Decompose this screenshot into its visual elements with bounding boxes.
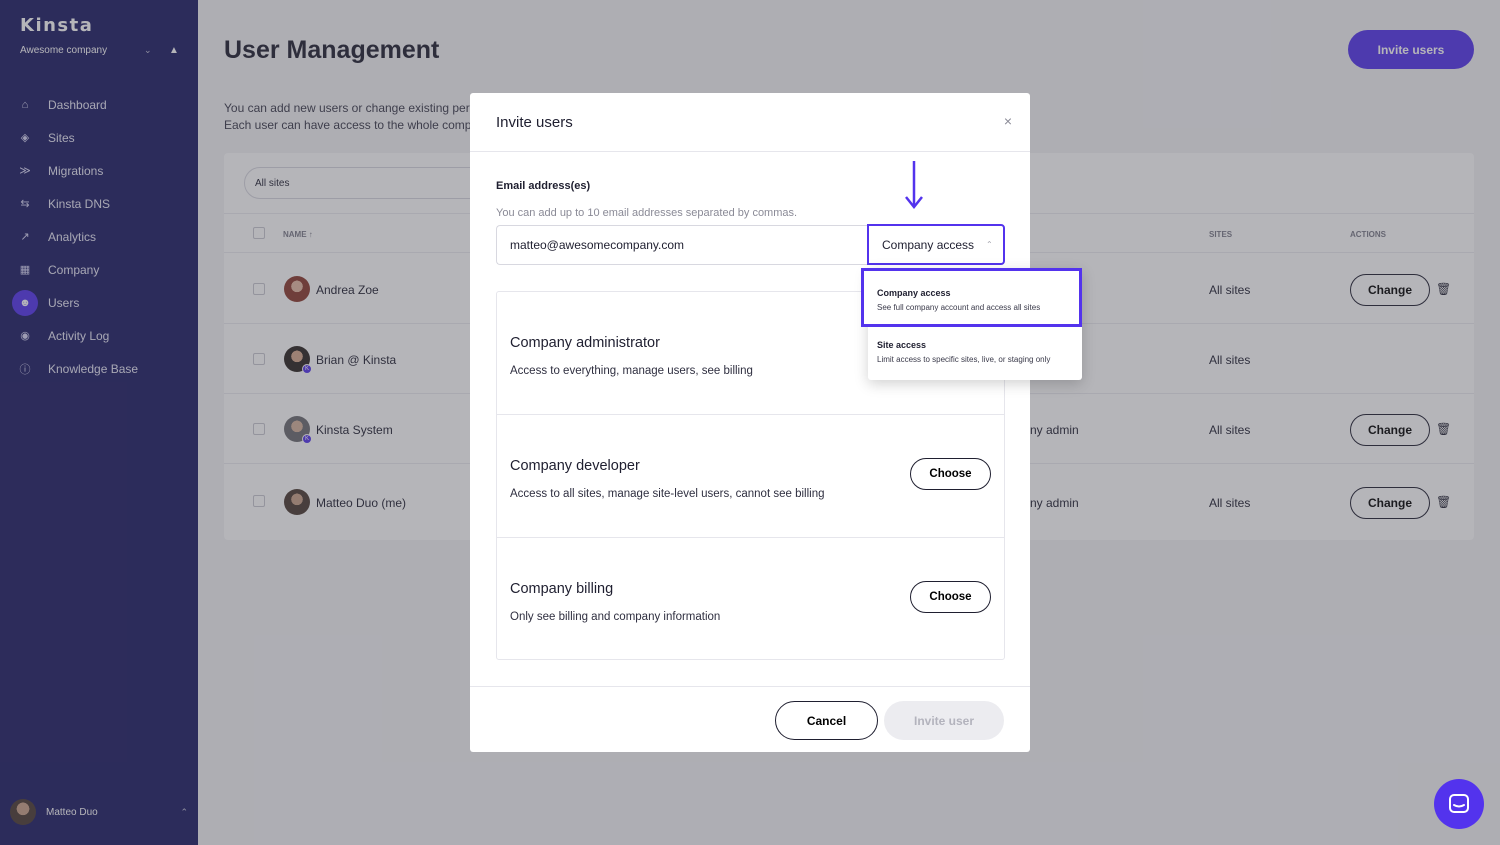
access-type-select[interactable]: Company access ⌃ <box>867 224 1005 265</box>
role-option-developer[interactable]: Company developer Access to all sites, m… <box>497 415 1004 538</box>
arrow-down-icon <box>905 161 923 210</box>
dropdown-option-company-access[interactable]: Company access See full company account … <box>861 268 1082 327</box>
role-description: Access to all sites, manage site-level u… <box>510 488 825 500</box>
chat-icon <box>1449 794 1469 813</box>
role-description: Access to everything, manage users, see … <box>510 365 753 377</box>
close-icon[interactable]: × <box>1004 113 1012 129</box>
option-description: See full company account and access all … <box>877 303 1041 312</box>
dialog-header: Invite users × <box>470 93 1030 152</box>
invite-users-dialog: Invite users × Email address(es) You can… <box>470 93 1030 752</box>
option-title: Site access <box>877 340 927 350</box>
email-label: Email address(es) <box>496 180 591 192</box>
email-help-text: You can add up to 10 email addresses sep… <box>496 207 798 219</box>
option-description: Limit access to specific sites, live, or… <box>877 355 1051 364</box>
role-name: Company developer <box>510 458 640 474</box>
cancel-button[interactable]: Cancel <box>775 701 878 740</box>
dialog-footer: Cancel Invite user <box>470 686 1030 752</box>
chat-launcher-button[interactable] <box>1434 779 1484 829</box>
role-description: Only see billing and company information <box>510 611 721 623</box>
role-name: Company billing <box>510 581 614 597</box>
access-dropdown-menu: Company access See full company account … <box>861 268 1082 380</box>
access-select-value: Company access <box>882 237 975 252</box>
role-option-billing[interactable]: Company billing Only see billing and com… <box>497 538 1004 661</box>
dialog-title: Invite users <box>496 114 573 131</box>
chevron-up-icon: ⌃ <box>986 240 993 249</box>
option-title: Company access <box>877 288 951 298</box>
role-name: Company administrator <box>510 335 660 351</box>
invite-user-button[interactable]: Invite user <box>884 701 1004 740</box>
email-field[interactable]: matteo@awesomecompany.com <box>496 225 868 265</box>
choose-button[interactable]: Choose <box>910 581 991 613</box>
dropdown-option-site-access[interactable]: Site access Limit access to specific sit… <box>868 326 1082 372</box>
choose-button[interactable]: Choose <box>910 458 991 490</box>
